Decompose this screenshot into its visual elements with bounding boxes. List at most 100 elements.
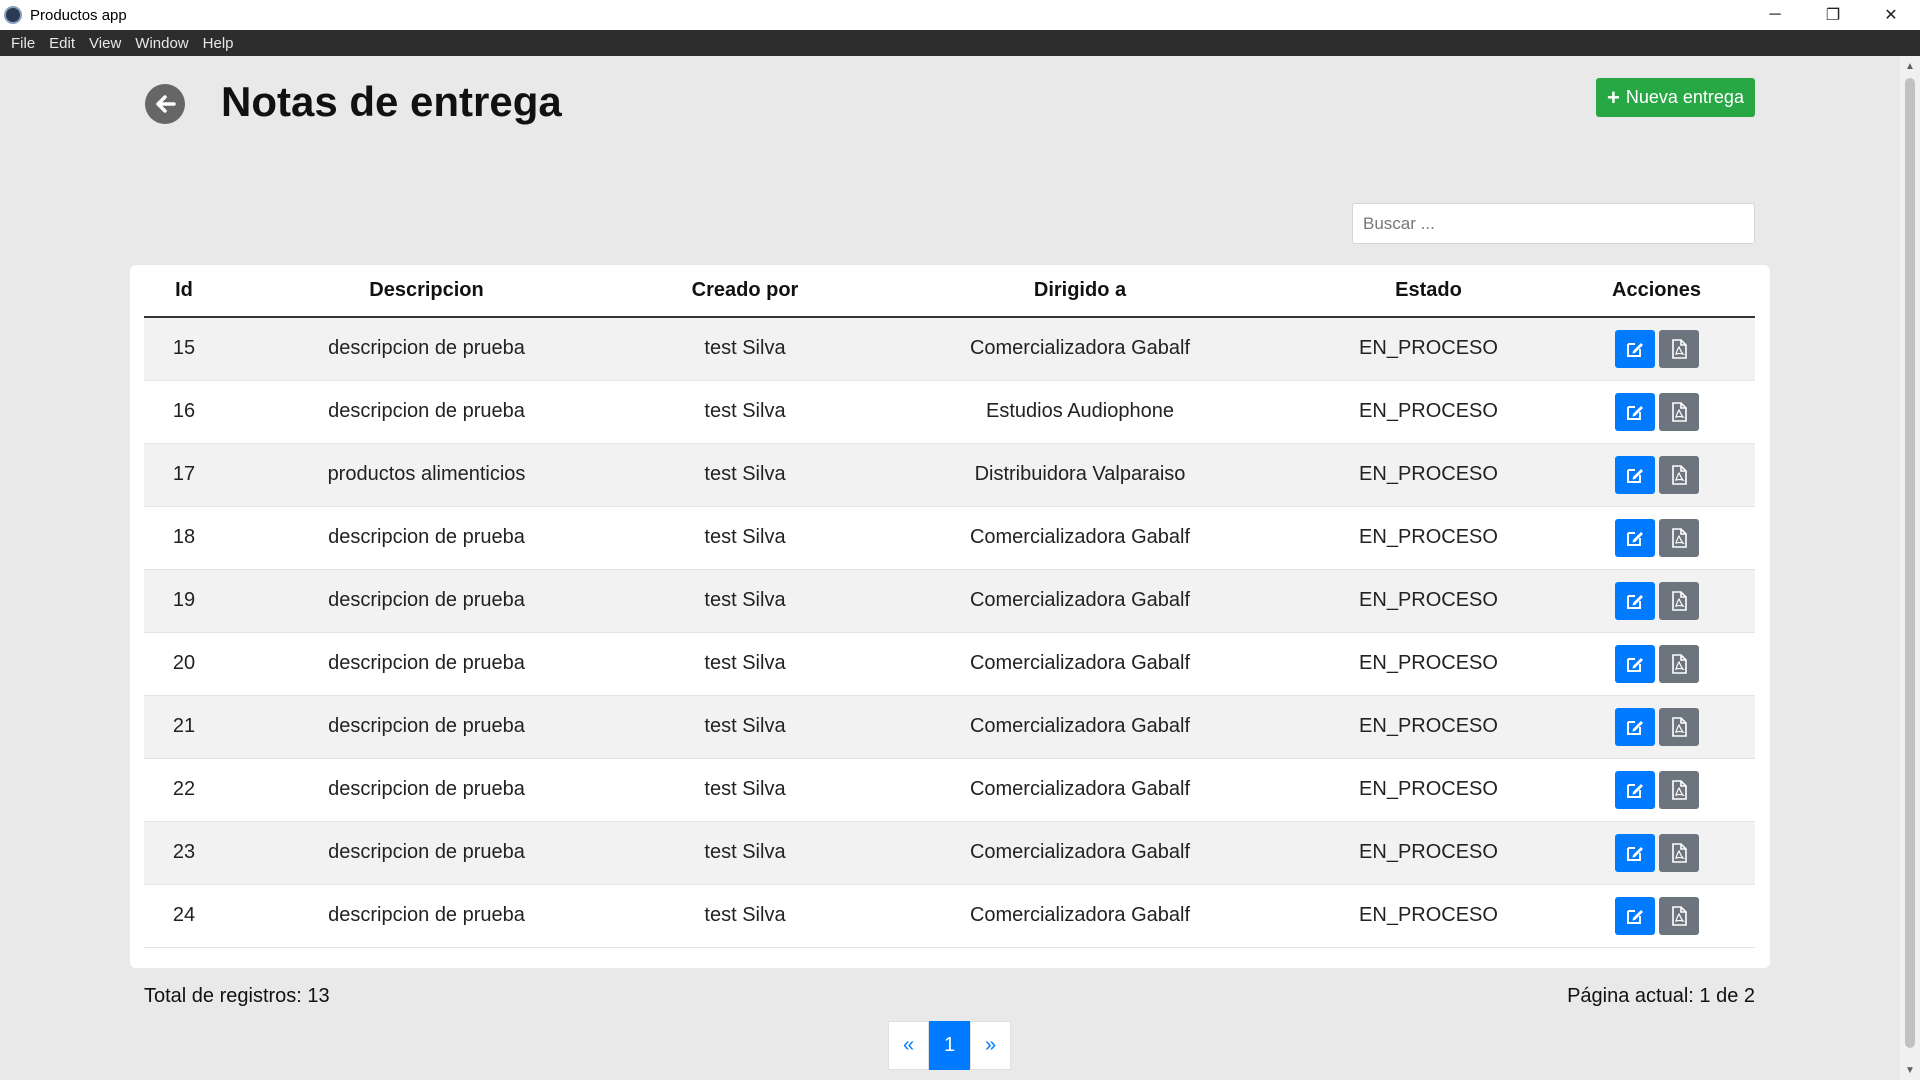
menu-view[interactable]: View — [82, 35, 128, 52]
cell-id: 15 — [144, 317, 224, 381]
edit-button[interactable] — [1614, 896, 1655, 935]
pdf-button[interactable] — [1658, 518, 1699, 557]
table-row: 21 descripcion de prueba test Silva Comerci… — [144, 695, 1755, 759]
table-row: 17 productos alimenticios test Silva Distri… — [144, 443, 1755, 507]
pdf-file-icon — [1671, 716, 1687, 737]
column-header-status[interactable]: Estado — [1299, 265, 1558, 318]
cell-actions — [1558, 443, 1755, 507]
edit-button[interactable] — [1614, 644, 1655, 683]
pdf-button[interactable] — [1658, 329, 1699, 368]
column-header-id[interactable]: Id — [144, 265, 224, 318]
cell-created-by: test Silva — [629, 884, 861, 948]
table-header-row: Id Descripcion Creado por Dirigido a Est… — [144, 265, 1755, 318]
pdf-button[interactable] — [1658, 707, 1699, 746]
edit-icon — [1626, 531, 1643, 546]
cell-actions — [1558, 821, 1755, 885]
menu-edit[interactable]: Edit — [42, 35, 82, 52]
cell-created-by: test Silva — [629, 695, 861, 759]
pdf-button[interactable] — [1658, 833, 1699, 872]
pdf-button[interactable] — [1658, 455, 1699, 494]
pdf-button[interactable] — [1658, 644, 1699, 683]
cell-description: descripcion de prueba — [224, 821, 629, 885]
edit-icon — [1626, 468, 1643, 483]
cell-description: descripcion de prueba — [224, 317, 629, 381]
row-actions — [1614, 644, 1699, 683]
pagination-next[interactable]: » — [970, 1021, 1011, 1070]
table-card: Id Descripcion Creado por Dirigido a Est… — [130, 265, 1770, 968]
pagination-prev[interactable]: « — [888, 1021, 929, 1070]
cell-id: 23 — [144, 821, 224, 885]
cell-actions — [1558, 884, 1755, 948]
table-row: 18 descripcion de prueba test Silva Comerci… — [144, 506, 1755, 570]
column-header-created-by[interactable]: Creado por — [629, 265, 861, 318]
cell-status: EN_PROCESO — [1299, 884, 1558, 948]
edit-button[interactable] — [1614, 833, 1655, 872]
vertical-scrollbar[interactable]: ▲ ▼ — [1900, 56, 1920, 1080]
menu-bar: File Edit View Window Help — [0, 30, 1920, 56]
cell-actions — [1558, 632, 1755, 696]
back-button[interactable] — [145, 84, 185, 124]
edit-icon — [1626, 405, 1643, 420]
restore-icon[interactable]: ❐ — [1804, 0, 1862, 30]
minimize-icon[interactable]: ─ — [1746, 0, 1804, 30]
cell-directed-to: Comercializadora Gabalf — [861, 317, 1299, 381]
column-header-directed-to[interactable]: Dirigido a — [861, 265, 1299, 318]
cell-status: EN_PROCESO — [1299, 632, 1558, 696]
pdf-button[interactable] — [1658, 896, 1699, 935]
edit-button[interactable] — [1614, 392, 1655, 431]
cell-id: 22 — [144, 758, 224, 822]
row-actions — [1614, 833, 1699, 872]
pdf-file-icon — [1671, 527, 1687, 548]
edit-icon — [1626, 342, 1643, 357]
pdf-button[interactable] — [1658, 392, 1699, 431]
pdf-file-icon — [1671, 653, 1687, 674]
table-body: 15 descripcion de prueba test Silva Comerci… — [144, 317, 1755, 948]
cell-directed-to: Comercializadora Gabalf — [861, 884, 1299, 948]
menu-window[interactable]: Window — [128, 35, 195, 52]
cell-id: 19 — [144, 569, 224, 633]
cell-directed-to: Comercializadora Gabalf — [861, 506, 1299, 570]
row-actions — [1614, 329, 1699, 368]
edit-button[interactable] — [1614, 581, 1655, 620]
total-records: Total de registros: 13 — [144, 985, 330, 1007]
cell-id: 20 — [144, 632, 224, 696]
cell-id: 21 — [144, 695, 224, 759]
cell-description: productos alimenticios — [224, 443, 629, 507]
new-delivery-button[interactable]: + Nueva entrega — [1596, 78, 1755, 117]
menu-file[interactable]: File — [4, 35, 42, 52]
pdf-button[interactable] — [1658, 581, 1699, 620]
close-icon[interactable]: ✕ — [1862, 0, 1920, 30]
cell-directed-to: Comercializadora Gabalf — [861, 569, 1299, 633]
table-row: 24 descripcion de prueba test Silva Comerci… — [144, 884, 1755, 948]
cell-created-by: test Silva — [629, 758, 861, 822]
plus-icon: + — [1607, 84, 1620, 110]
cell-actions — [1558, 569, 1755, 633]
pdf-file-icon — [1671, 590, 1687, 611]
table-row: 20 descripcion de prueba test Silva Comerci… — [144, 632, 1755, 696]
cell-status: EN_PROCESO — [1299, 317, 1558, 381]
scroll-down-icon[interactable]: ▼ — [1900, 1060, 1920, 1080]
cell-description: descripcion de prueba — [224, 758, 629, 822]
pagination-current-page[interactable]: 1 — [929, 1021, 970, 1070]
pdf-file-icon — [1671, 779, 1687, 800]
search-input[interactable] — [1352, 203, 1755, 244]
edit-button[interactable] — [1614, 770, 1655, 809]
pdf-button[interactable] — [1658, 770, 1699, 809]
row-actions — [1614, 707, 1699, 746]
scroll-up-icon[interactable]: ▲ — [1900, 56, 1920, 76]
edit-button[interactable] — [1614, 329, 1655, 368]
scroll-thumb[interactable] — [1905, 78, 1915, 1048]
cell-directed-to: Comercializadora Gabalf — [861, 821, 1299, 885]
menu-help[interactable]: Help — [196, 35, 241, 52]
edit-button[interactable] — [1614, 455, 1655, 494]
column-header-description[interactable]: Descripcion — [224, 265, 629, 318]
row-actions — [1614, 770, 1699, 809]
cell-status: EN_PROCESO — [1299, 821, 1558, 885]
cell-directed-to: Comercializadora Gabalf — [861, 632, 1299, 696]
table-row: 23 descripcion de prueba test Silva Comerci… — [144, 821, 1755, 885]
page-info: Página actual: 1 de 2 — [1567, 985, 1755, 1007]
edit-button[interactable] — [1614, 518, 1655, 557]
cell-description: descripcion de prueba — [224, 695, 629, 759]
edit-button[interactable] — [1614, 707, 1655, 746]
cell-description: descripcion de prueba — [224, 632, 629, 696]
